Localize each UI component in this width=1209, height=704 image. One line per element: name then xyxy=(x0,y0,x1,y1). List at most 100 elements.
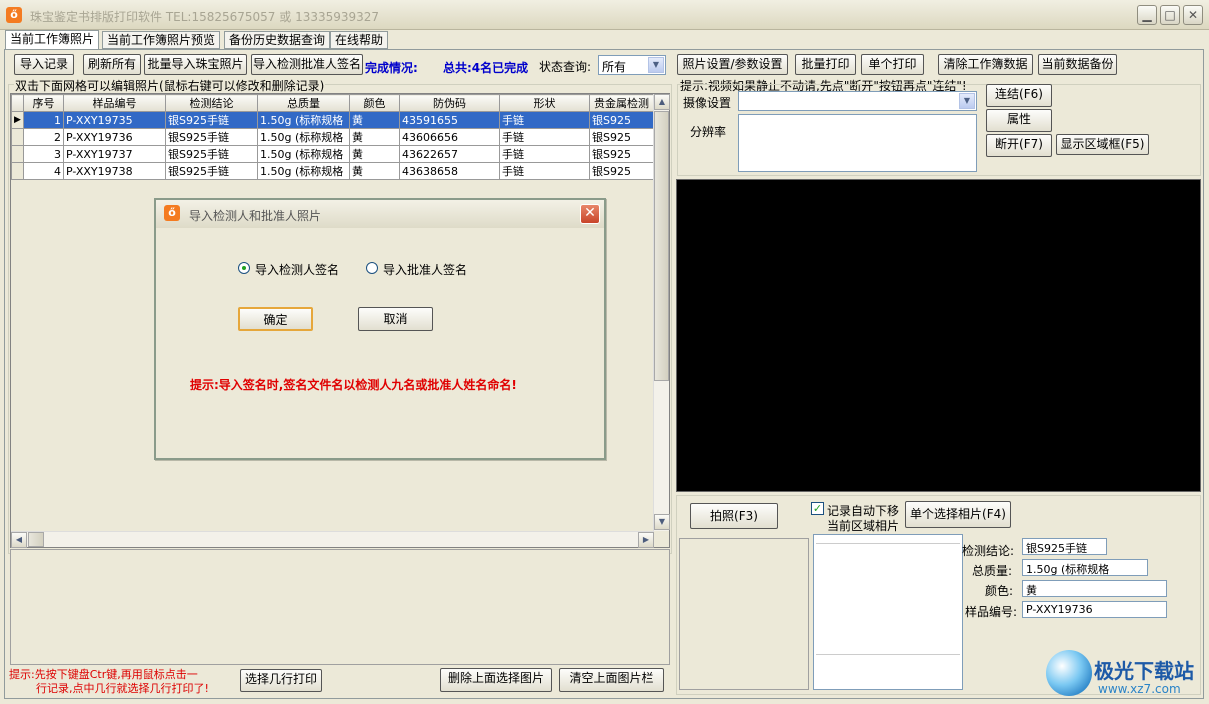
video-preview[interactable] xyxy=(676,179,1201,492)
single-select-photo-button[interactable]: 单个选择相片(F4) xyxy=(905,501,1011,528)
status-query-select[interactable]: 所有 ▼ xyxy=(598,55,666,75)
completion-label: 完成情况: xyxy=(365,61,418,75)
camera-device-select[interactable]: ▼ xyxy=(738,91,977,111)
photo-settings-button[interactable]: 照片设置/参数设置 xyxy=(677,54,788,75)
cell-weight[interactable]: 1.50g (标称规格 xyxy=(257,162,350,180)
cancel-button[interactable]: 取消 xyxy=(358,307,433,331)
import-signature-button[interactable]: 导入检测批准人签名 xyxy=(251,54,363,75)
col-header-metal-test[interactable]: 贵金属检测 xyxy=(589,94,654,112)
cell-metal-test[interactable]: 银S925 xyxy=(589,162,654,180)
cell-sample-no[interactable]: P-XXY19736 xyxy=(63,128,166,146)
cell-index[interactable]: 2 xyxy=(23,128,64,146)
import-record-button[interactable]: 导入记录 xyxy=(14,54,74,75)
scroll-left-icon[interactable]: ◀ xyxy=(11,532,27,548)
horizontal-scroll-thumb[interactable] xyxy=(28,532,44,547)
chevron-down-icon[interactable]: ▼ xyxy=(648,57,664,73)
cell-color[interactable]: 黄 xyxy=(349,128,400,146)
col-header-weight[interactable]: 总质量 xyxy=(257,94,350,112)
table-row[interactable]: 4 P-XXY19738 银S925手链 1.50g (标称规格 黄 43638… xyxy=(11,162,654,180)
cell-anticounterfeit[interactable]: 43638658 xyxy=(399,162,500,180)
refresh-all-button[interactable]: 刷新所有 xyxy=(83,54,141,75)
cell-anticounterfeit[interactable]: 43591655 xyxy=(399,111,500,129)
cell-shape[interactable]: 手链 xyxy=(499,145,590,163)
resolution-list[interactable] xyxy=(738,114,977,172)
col-header-anticounterfeit[interactable]: 防伪码 xyxy=(399,94,500,112)
cell-sample-no[interactable]: P-XXY19737 xyxy=(63,145,166,163)
cell-weight[interactable]: 1.50g (标称规格 xyxy=(257,128,350,146)
close-button[interactable]: ✕ xyxy=(1183,5,1203,25)
delete-selected-image-button[interactable]: 删除上面选择图片 xyxy=(440,668,552,692)
cell-color[interactable]: 黄 xyxy=(349,111,400,129)
tab-current-workbook-photos[interactable]: 当前工作簿照片 xyxy=(5,30,100,50)
backup-current-button[interactable]: 当前数据备份 xyxy=(1038,54,1117,75)
sample-no-field[interactable]: P-XXY19736 xyxy=(1022,601,1167,618)
cell-weight[interactable]: 1.50g (标称规格 xyxy=(257,145,350,163)
cell-metal-test[interactable]: 银S925 xyxy=(589,128,654,146)
col-header-conclusion[interactable]: 检测结论 xyxy=(165,94,258,112)
show-region-button[interactable]: 显示区域框(F5) xyxy=(1056,134,1149,155)
row-indicator xyxy=(11,145,24,163)
select-rows-print-button[interactable]: 选择几行打印 xyxy=(240,669,322,692)
cell-weight[interactable]: 1.50g (标称规格 xyxy=(257,111,350,129)
table-row[interactable]: ▶ 1 P-XXY19735 银S925手链 1.50g (标称规格 黄 435… xyxy=(11,111,654,129)
properties-button[interactable]: 属性 xyxy=(986,109,1052,132)
cell-metal-test[interactable]: 银S925 xyxy=(589,145,654,163)
cell-index[interactable]: 1 xyxy=(23,111,64,129)
cell-anticounterfeit[interactable]: 43622657 xyxy=(399,145,500,163)
maximize-button[interactable]: □ xyxy=(1160,5,1180,25)
vertical-scroll-thumb[interactable] xyxy=(654,111,669,381)
tab-photo-preview[interactable]: 当前工作簿照片预览 xyxy=(102,31,221,49)
cell-conclusion[interactable]: 银S925手链 xyxy=(165,111,258,129)
cell-color[interactable]: 黄 xyxy=(349,145,400,163)
col-header-sample-no[interactable]: 样品编号 xyxy=(63,94,166,112)
clear-workbook-button[interactable]: 清除工作簿数据 xyxy=(938,54,1033,75)
cell-anticounterfeit[interactable]: 43606656 xyxy=(399,128,500,146)
scroll-down-icon[interactable]: ▼ xyxy=(654,514,670,530)
conclusion-field[interactable]: 银S925手链 xyxy=(1022,538,1107,555)
inspector-signature-radio[interactable] xyxy=(238,262,250,274)
records-table: 序号 样品编号 检测结论 总质量 颜色 防伪码 形状 贵金属检测 ▶ 1 P-X… xyxy=(11,94,654,180)
table-row[interactable]: 2 P-XXY19736 银S925手链 1.50g (标称规格 黄 43606… xyxy=(11,128,654,146)
cell-index[interactable]: 3 xyxy=(23,145,64,163)
approver-signature-radio[interactable] xyxy=(366,262,378,274)
cell-color[interactable]: 黄 xyxy=(349,162,400,180)
chevron-down-icon[interactable]: ▼ xyxy=(959,93,975,109)
batch-import-photos-button[interactable]: 批量导入珠宝照片 xyxy=(144,54,247,75)
tab-online-help[interactable]: 在线帮助 xyxy=(330,31,389,49)
cell-metal-test[interactable]: 银S925 xyxy=(589,111,654,129)
disconnect-button[interactable]: 断开(F7) xyxy=(986,134,1052,157)
dialog-close-icon[interactable]: ✕ xyxy=(580,204,600,224)
cell-conclusion[interactable]: 银S925手链 xyxy=(165,162,258,180)
clear-image-bar-button[interactable]: 清空上面图片栏 xyxy=(559,668,664,692)
dialog-title-bar[interactable]: ő 导入检测人和批准人照片 ✕ xyxy=(156,200,604,228)
grid-vertical-scrollbar[interactable]: ▲ ▼ xyxy=(653,94,670,531)
table-row[interactable]: 3 P-XXY19737 银S925手链 1.50g (标称规格 黄 43622… xyxy=(11,145,654,163)
take-photo-button[interactable]: 拍照(F3) xyxy=(690,503,778,529)
cell-sample-no[interactable]: P-XXY19735 xyxy=(63,111,166,129)
minimize-button[interactable]: ▁ xyxy=(1137,5,1157,25)
cell-index[interactable]: 4 xyxy=(23,162,64,180)
col-header-shape[interactable]: 形状 xyxy=(499,94,590,112)
weight-field[interactable]: 1.50g (标称规格 xyxy=(1022,559,1148,576)
color-field[interactable]: 黄 xyxy=(1022,580,1167,597)
col-header-color[interactable]: 颜色 xyxy=(349,94,400,112)
scroll-right-icon[interactable]: ▶ xyxy=(638,532,654,548)
image-bar-panel[interactable] xyxy=(10,549,670,665)
grid-horizontal-scrollbar[interactable]: ◀ ▶ xyxy=(11,531,654,548)
cell-sample-no[interactable]: P-XXY19738 xyxy=(63,162,166,180)
cell-conclusion[interactable]: 银S925手链 xyxy=(165,128,258,146)
tab-backup-history[interactable]: 备份历史数据查询 xyxy=(224,31,331,49)
single-print-button[interactable]: 单个打印 xyxy=(861,54,924,75)
col-header-index[interactable]: 序号 xyxy=(23,94,64,112)
connect-button[interactable]: 连结(F6) xyxy=(986,84,1052,107)
cell-shape[interactable]: 手链 xyxy=(499,162,590,180)
watermark-name: 极光下载站 xyxy=(1094,659,1194,683)
watermark-logo-icon xyxy=(1046,650,1092,696)
auto-move-checkbox[interactable]: ✓ xyxy=(811,502,824,515)
cell-shape[interactable]: 手链 xyxy=(499,111,590,129)
cell-shape[interactable]: 手链 xyxy=(499,128,590,146)
ok-button[interactable]: 确定 xyxy=(238,307,313,331)
cell-conclusion[interactable]: 银S925手链 xyxy=(165,145,258,163)
scroll-up-icon[interactable]: ▲ xyxy=(654,94,670,110)
batch-print-button[interactable]: 批量打印 xyxy=(795,54,856,75)
